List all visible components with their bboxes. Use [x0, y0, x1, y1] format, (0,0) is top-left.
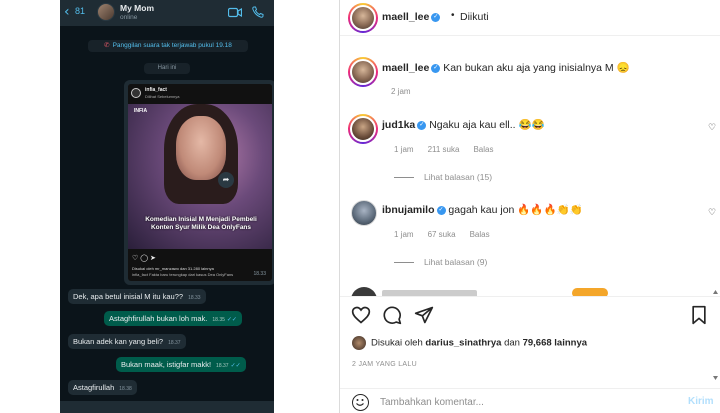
- comment-input[interactable]: [380, 394, 660, 410]
- date-chip: Hari ini: [144, 63, 190, 74]
- message-bubble[interactable]: Astaghfirullah bukan loh mak. 18.35 ✓✓: [104, 311, 242, 326]
- commenter-avatar[interactable]: [348, 114, 378, 144]
- message-time: 18.38: [119, 386, 132, 392]
- comment-text: ibnujamilo ✓ gagah kau jon 🔥🔥🔥👏👏: [382, 204, 583, 216]
- add-comment-bar: Kirim: [340, 388, 720, 413]
- verified-badge-icon: ✓: [436, 205, 446, 215]
- video-call-icon[interactable]: [228, 7, 242, 18]
- missed-call-notice[interactable]: ✆ Panggilan suara tak terjawab pukul 19.1…: [88, 40, 248, 52]
- post-header: maell_lee ✓ • Diikuti: [340, 0, 720, 36]
- author-avatar[interactable]: [348, 3, 378, 33]
- instagram-comments-pane: maell_lee ✓ • Diikuti maell_lee ✓ Kan buka…: [340, 0, 720, 413]
- message-time: 18.37: [216, 363, 229, 369]
- replies-line: [394, 177, 414, 179]
- whatsapp-screenshot-pane: ‹ 81 My Mom online ✆ Panggilan suara tak …: [0, 0, 340, 413]
- post-account-avatar: [131, 88, 141, 98]
- replies-line: [394, 262, 414, 264]
- caption-text: maell_lee ✓ Kan bukan aku aja yang inisia…: [382, 62, 630, 74]
- post-action-bar: [340, 296, 720, 332]
- comment-emoji: 😂😂: [518, 119, 545, 131]
- chat-header: ‹ 81 My Mom online: [60, 0, 274, 26]
- missed-call-icon: ✆: [104, 42, 110, 49]
- reply-button[interactable]: Balas: [470, 230, 490, 239]
- verified-badge-icon: ✓: [431, 63, 441, 73]
- message-text: Astagfirullah: [73, 383, 115, 392]
- voice-call-icon[interactable]: [252, 6, 264, 18]
- partial-comment-row: [340, 284, 720, 296]
- message-text: Dek, apa betul inisial M itu kau??: [73, 292, 184, 301]
- liked-by-avatar[interactable]: [352, 336, 366, 350]
- heart-icon[interactable]: [351, 305, 371, 325]
- post-photo: INFIA Komedian Inisial M Menjadi Pembeli…: [128, 104, 272, 249]
- comment-meta: 1 jam 67 suka Balas: [394, 230, 490, 239]
- comment-emoji: 🔥🔥🔥👏👏: [517, 204, 583, 216]
- read-tick-icon: ✓✓: [226, 317, 237, 323]
- read-tick-icon: ✓✓: [230, 363, 241, 369]
- message-bubble[interactable]: Bukan maak, istigfar makk! 18.37 ✓✓: [116, 357, 246, 372]
- separator-dot: •: [451, 10, 455, 21]
- contact-avatar[interactable]: [97, 3, 115, 21]
- contact-name[interactable]: My Mom: [120, 3, 154, 13]
- verified-badge-icon: ✓: [431, 12, 441, 22]
- message-time: 18.33: [188, 295, 201, 301]
- missed-call-text: Panggilan suara tak terjawab pukul 19.18: [112, 42, 232, 49]
- post-caption: infia_fact Fakta baru terungkap dari kas…: [132, 272, 234, 277]
- post-account-name: infia_fact: [145, 87, 167, 93]
- liked-by-summary: Disukai oleh darius_sinathrya dan 79,668…: [352, 336, 587, 350]
- message-text: Astaghfirullah bukan loh mak.: [109, 314, 208, 323]
- liked-by-count[interactable]: 79,668 lainnya: [523, 338, 587, 349]
- forwarded-post-bubble[interactable]: infia_fact Dilihat Sebelumnya INFIA Kome…: [124, 80, 274, 285]
- phone-screen: ‹ 81 My Mom online ✆ Panggilan suara tak …: [60, 0, 274, 413]
- message-bubble[interactable]: Astagfirullah 18.38: [68, 380, 137, 395]
- post-action-icons: ♡ ◯ ➤: [132, 255, 156, 262]
- like-comment-heart-icon[interactable]: ♡: [708, 123, 716, 133]
- forward-icon[interactable]: ➦: [218, 172, 234, 188]
- scrollbar[interactable]: [713, 290, 718, 380]
- forwarded-post-preview: infia_fact Dilihat Sebelumnya INFIA Kome…: [128, 84, 272, 281]
- reply-button[interactable]: Balas: [473, 145, 493, 154]
- share-icon[interactable]: [414, 305, 434, 325]
- unread-count: 81: [75, 6, 86, 16]
- message-text: Bukan maak, istigfar makk!: [121, 360, 212, 369]
- author-username[interactable]: maell_lee ✓: [382, 11, 441, 23]
- post-time-ago: 2 JAM YANG LALU: [352, 361, 417, 368]
- emoji-icon[interactable]: [352, 394, 369, 411]
- view-replies-button[interactable]: Lihat balasan (15): [394, 172, 492, 182]
- caption-time: 2 jam: [391, 87, 411, 96]
- message-time: 18.37: [168, 340, 181, 346]
- message-bubble[interactable]: Dek, apa betul inisial M itu kau?? 18.33: [68, 289, 206, 304]
- message-bubble[interactable]: Bukan adek kan yang beli? 18.37: [68, 334, 186, 349]
- post-logo: INFIA: [134, 108, 148, 114]
- message-time: 18.35: [212, 317, 225, 323]
- post-likes: Disukai oleh mr_manzawo dan 31.280 lainn…: [132, 266, 214, 271]
- send-comment-button[interactable]: Kirim: [688, 396, 714, 407]
- post-headline: Komedian Inisial M Menjadi Pembeli Konte…: [145, 216, 257, 231]
- caption-avatar[interactable]: [348, 57, 378, 87]
- view-replies-button[interactable]: Lihat balasan (9): [394, 257, 487, 267]
- bookmark-icon[interactable]: [689, 305, 709, 325]
- message-text: Bukan adek kan yang beli?: [73, 337, 164, 346]
- caption-emoji: 😞: [616, 62, 630, 74]
- commenter-avatar[interactable]: [351, 200, 377, 226]
- follow-status[interactable]: Diikuti: [460, 11, 489, 23]
- liked-by-user[interactable]: darius_sinathrya: [425, 338, 501, 349]
- post-time: 18.33: [253, 271, 266, 277]
- like-comment-heart-icon[interactable]: ♡: [708, 208, 716, 218]
- comment-text: jud1ka ✓ Ngaku aja kau ell.. 😂😂: [382, 119, 545, 131]
- post-header: infia_fact Dilihat Sebelumnya: [128, 84, 272, 104]
- post-account-sub: Dilihat Sebelumnya: [145, 94, 180, 99]
- comment-meta: 1 jam 211 suka Balas: [394, 145, 494, 154]
- verified-badge-icon: ✓: [417, 120, 427, 130]
- contact-status: online: [120, 14, 138, 21]
- photo-face: [176, 116, 226, 180]
- back-arrow-icon[interactable]: ‹: [64, 4, 70, 20]
- comment-icon[interactable]: [382, 305, 402, 325]
- chat-input-bar[interactable]: [60, 401, 274, 413]
